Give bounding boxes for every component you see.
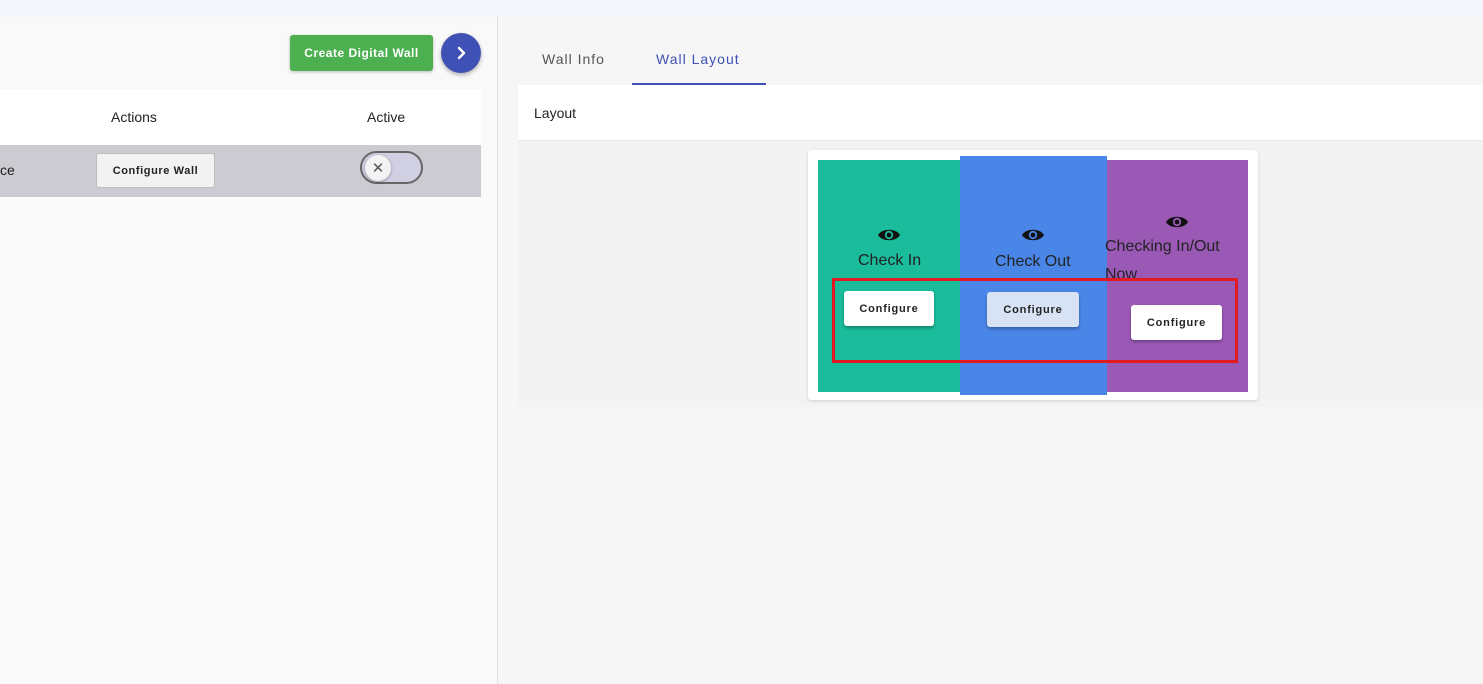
configure-check-in-button[interactable]: Configure [844, 291, 934, 326]
configure-checking-in-out-now-button[interactable]: Configure [1131, 305, 1222, 340]
panel-label: Check In [858, 252, 922, 269]
wall-detail-panel: Wall Info Wall Layout Layout Check In Co… [498, 17, 1483, 684]
panel-checking-in-out-now: Checking In/Out Now Configure [1105, 160, 1248, 392]
eye-icon[interactable] [877, 226, 901, 244]
wall-name-cell: ce [0, 162, 15, 178]
create-digital-wall-button[interactable]: Create Digital Wall [290, 35, 433, 71]
panel-label: Check Out [995, 253, 1071, 270]
toggle-knob: ✕ [365, 155, 391, 181]
panel-check-out: Check Out Configure [960, 156, 1107, 395]
tab-wall-layout[interactable]: Wall Layout [656, 51, 740, 67]
next-button[interactable] [441, 33, 481, 73]
configure-wall-button[interactable]: Configure Wall [96, 153, 215, 188]
column-header-actions: Actions [111, 109, 157, 125]
table-row: ce Configure Wall ✕ [0, 145, 481, 197]
active-toggle[interactable]: ✕ [360, 151, 423, 184]
panel-check-in: Check In Configure [818, 160, 960, 392]
layout-title: Layout [534, 105, 577, 121]
column-header-active: Active [367, 109, 406, 125]
chevron-right-icon [457, 46, 466, 60]
tab-wall-info[interactable]: Wall Info [542, 51, 605, 67]
configure-check-out-button[interactable]: Configure [987, 292, 1079, 327]
table-header: Actions Active [0, 89, 481, 145]
top-strip [0, 0, 1483, 17]
eye-icon[interactable] [1021, 226, 1045, 244]
layout-card: Layout Check In Configure Check Out Conf… [518, 85, 1483, 407]
panel-label: Checking In/Out Now [1105, 238, 1220, 283]
wall-preview: Check In Configure Check Out Configure C… [808, 150, 1258, 400]
layout-header: Layout [518, 85, 1483, 141]
eye-icon[interactable] [1165, 213, 1189, 231]
walls-list-panel: Create Digital Wall Actions Active ce Co… [0, 17, 497, 684]
close-icon: ✕ [371, 160, 385, 177]
